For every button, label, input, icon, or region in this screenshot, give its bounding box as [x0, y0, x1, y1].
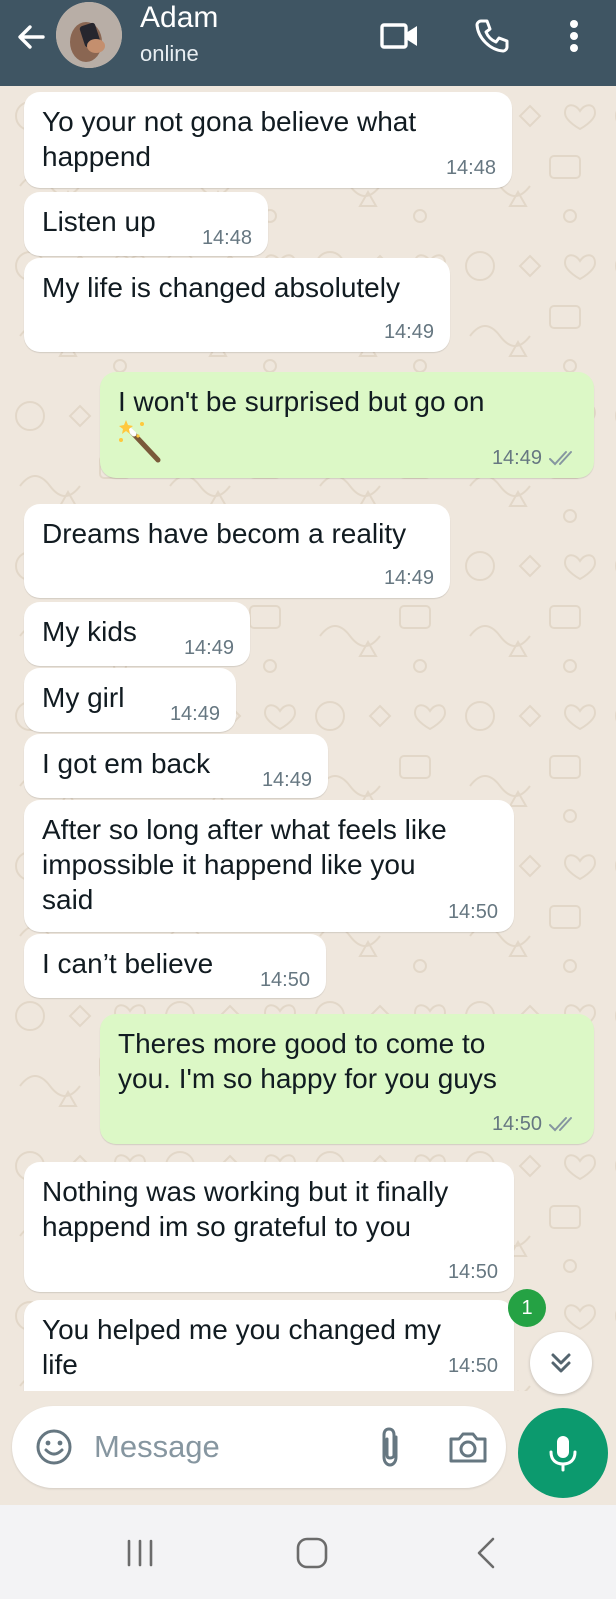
message-time: 14:49: [183, 637, 234, 659]
message-time: 14:49: [383, 321, 434, 343]
message-time: 14:49: [169, 703, 220, 725]
message-time: 14:50: [447, 1261, 498, 1283]
avatar[interactable]: [56, 2, 122, 68]
home-button[interactable]: [282, 1525, 342, 1581]
home-icon: [296, 1537, 328, 1569]
read-receipt-icon: [549, 1117, 572, 1132]
message-bubble-incoming[interactable]: Nothing was working but it finally happe…: [24, 1162, 514, 1292]
recent-apps-icon: [127, 1539, 153, 1567]
message-bubble-incoming[interactable]: I got em back 14:49: [24, 734, 328, 798]
message-bubble-outgoing[interactable]: Theres more good to come to you. I'm so …: [100, 1014, 594, 1144]
message-bubble-incoming[interactable]: Yo your not gona believe what happend 14…: [24, 92, 512, 188]
emoji-button[interactable]: [30, 1423, 78, 1471]
voice-call-icon: [475, 19, 509, 53]
magic-wand-emoji-icon: [119, 420, 161, 463]
camera-button[interactable]: [442, 1423, 494, 1471]
message-bubble-incoming[interactable]: Dreams have becom a reality 14:49: [24, 504, 450, 598]
scroll-to-bottom-button[interactable]: [530, 1332, 592, 1394]
attach-icon: [382, 1427, 398, 1467]
message-text: Dreams have becom a reality: [42, 518, 407, 549]
chat-area[interactable]: Yo your not gona believe what happend 14…: [0, 86, 616, 1391]
recent-apps-button[interactable]: [110, 1525, 170, 1581]
message-bubble-incoming[interactable]: My life is changed absolutely 14:49: [24, 258, 450, 352]
voice-message-button[interactable]: [518, 1408, 608, 1498]
chat-header: Adam online: [0, 0, 616, 86]
back-icon: [477, 1537, 495, 1569]
message-text: You helped me you changed my life: [42, 1314, 442, 1380]
message-time: 14:48: [201, 227, 252, 249]
video-call-button[interactable]: [376, 12, 424, 60]
message-text: Nothing was working but it finally happe…: [42, 1176, 449, 1242]
message-bubble-outgoing[interactable]: I won't be surprised but go on 14:49: [100, 372, 594, 478]
mic-icon: [549, 1436, 577, 1472]
message-time: 14:48: [445, 157, 496, 179]
avatar-photo-icon: [56, 2, 122, 68]
message-text: After so long after what feels like impo…: [42, 814, 447, 915]
message-time: 14:49: [491, 447, 542, 469]
message-input[interactable]: [94, 1424, 354, 1470]
message-time: 14:50: [447, 901, 498, 923]
system-navigation-bar: [0, 1505, 616, 1599]
voice-call-button[interactable]: [468, 12, 516, 60]
more-options-icon: [570, 20, 578, 52]
read-receipt-icon: [549, 451, 572, 466]
message-bubble-incoming[interactable]: I can’t believe 14:50: [24, 934, 326, 998]
message-time: 14:49: [383, 567, 434, 589]
message-text: My life is changed absolutely: [42, 272, 400, 303]
message-bubble-incoming[interactable]: My girl 14:49: [24, 668, 236, 732]
message-time: 14:49: [261, 769, 312, 791]
emoji-icon: [36, 1429, 72, 1465]
unread-count-badge[interactable]: 1: [508, 1289, 546, 1327]
message-text: Yo your not gona believe what happend: [42, 106, 417, 172]
contact-name[interactable]: Adam: [140, 0, 218, 36]
more-options-button[interactable]: [550, 12, 598, 60]
message-time: 14:50: [491, 1113, 542, 1135]
message-composer: [12, 1406, 506, 1488]
camera-icon: [449, 1432, 487, 1463]
attach-button[interactable]: [366, 1423, 414, 1471]
message-bubble-incoming[interactable]: After so long after what feels like impo…: [24, 800, 514, 932]
nav-back-button[interactable]: [456, 1525, 516, 1581]
message-bubble-incoming[interactable]: Listen up 14:48: [24, 192, 268, 256]
contact-status: online: [140, 41, 199, 66]
back-arrow-icon: [18, 25, 45, 49]
message-bubble-incoming[interactable]: My kids 14:49: [24, 602, 250, 666]
message-text: Theres more good to come to you. I'm so …: [118, 1028, 497, 1094]
double-chevron-down-icon: [551, 1353, 571, 1373]
message-time: 14:50: [259, 969, 310, 991]
message-time: 14:50: [447, 1355, 498, 1377]
message-bubble-incoming[interactable]: You helped me you changed my life 14:50: [24, 1300, 514, 1391]
video-call-icon: [380, 23, 417, 49]
message-text: I won't be surprised but go on: [118, 386, 485, 417]
back-button[interactable]: [8, 14, 54, 60]
